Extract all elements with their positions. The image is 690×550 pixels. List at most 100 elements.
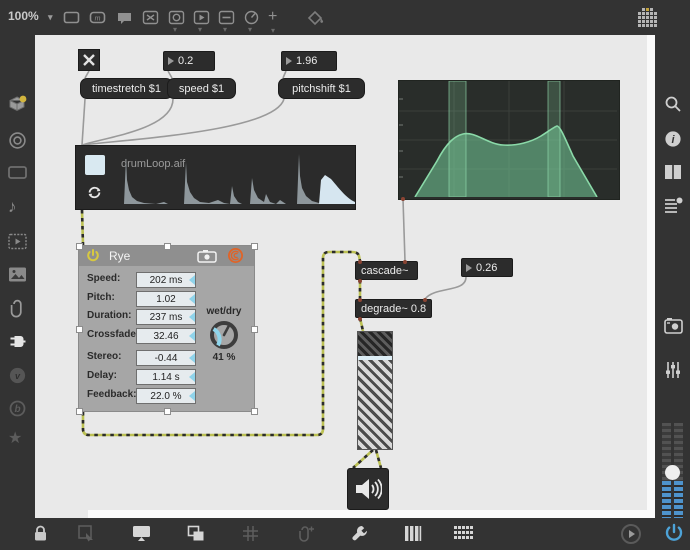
- new-toggle-icon[interactable]: [142, 9, 159, 26]
- param-label: Speed:: [87, 273, 120, 284]
- param-label: Pitch:: [87, 292, 115, 303]
- presentation-icon[interactable]: [132, 525, 151, 542]
- param-value-box[interactable]: 32.46: [136, 328, 196, 344]
- v-scrollbar[interactable]: [647, 35, 655, 518]
- video-icon[interactable]: [8, 233, 27, 250]
- ezdac-speaker-button[interactable]: [347, 468, 389, 510]
- favorites-star-icon[interactable]: ★: [8, 428, 22, 448]
- paint-bucket-icon[interactable]: [306, 9, 324, 26]
- value-drag-icon: [189, 331, 195, 341]
- loop-icon[interactable]: [85, 183, 104, 202]
- vizzie-icon[interactable]: v: [8, 366, 27, 385]
- grid-icon[interactable]: [242, 525, 259, 542]
- filtergraph-object[interactable]: [398, 80, 620, 200]
- console-icon[interactable]: [8, 165, 27, 180]
- number-value: 0.2: [178, 55, 193, 67]
- selection-rect-icon[interactable]: [78, 525, 95, 542]
- new-message-icon[interactable]: m: [89, 9, 106, 26]
- h-scrollbar[interactable]: [88, 510, 647, 518]
- attach-add-icon[interactable]: [296, 525, 315, 543]
- new-button-icon[interactable]: ▾: [193, 9, 210, 26]
- param-value-box[interactable]: -0.44: [136, 350, 196, 366]
- toggle-x-icon: [82, 53, 96, 67]
- pitchshift-number-box[interactable]: 1.96: [281, 51, 337, 71]
- value-drag-icon: [189, 353, 195, 363]
- selection-handle[interactable]: [76, 408, 83, 415]
- selection-handle[interactable]: [251, 243, 258, 250]
- beap-icon[interactable]: b: [8, 399, 27, 418]
- top-toolbar: 100% ▾ m ▾ ▾ ▾ ▾ +▾: [0, 0, 690, 35]
- wetdry-knob[interactable]: [207, 319, 241, 353]
- param-value-box[interactable]: 237 ms: [136, 309, 196, 325]
- pitchshift-message-box[interactable]: pitchshift $1: [278, 78, 365, 99]
- audio-power-icon[interactable]: [664, 523, 684, 543]
- patcher-canvas[interactable]: 0.2 1.96 timestretch $1 speed $1 pitchsh…: [35, 35, 655, 518]
- selection-handle[interactable]: [164, 243, 171, 250]
- param-value-box[interactable]: 1.14 s: [136, 369, 196, 385]
- zoom-level-control[interactable]: 100% ▾: [8, 9, 39, 23]
- param-value-box[interactable]: 202 ms: [136, 272, 196, 288]
- inspector-info-icon[interactable]: i: [664, 130, 682, 148]
- svg-text:b: b: [14, 404, 20, 415]
- value-drag-icon: [189, 275, 195, 285]
- param-label: Duration:: [87, 310, 131, 321]
- wetdry-value: 41 %: [201, 352, 247, 363]
- new-object-icon[interactable]: [63, 9, 80, 26]
- new-comment-icon[interactable]: [116, 9, 133, 26]
- speed-message-box[interactable]: speed $1: [167, 78, 236, 99]
- selection-handle[interactable]: [251, 408, 258, 415]
- message-text: speed $1: [179, 83, 224, 95]
- wrench-tools-icon[interactable]: [351, 524, 369, 542]
- param-label: Feedback:: [87, 389, 136, 400]
- rye-param-row: Pitch: 1.02: [79, 291, 254, 306]
- selection-handle[interactable]: [164, 408, 171, 415]
- mixer-sliders-icon[interactable]: [664, 361, 682, 379]
- volume-knob[interactable]: [665, 465, 680, 480]
- playlist-object[interactable]: drumLoop.aif: [75, 145, 356, 210]
- piano-keys-icon[interactable]: [404, 525, 422, 542]
- new-slider-icon[interactable]: ▾: [218, 9, 235, 26]
- selection-handle[interactable]: [76, 243, 83, 250]
- rye-power-icon[interactable]: [86, 249, 100, 263]
- degrade-number-box[interactable]: 0.26: [461, 258, 513, 277]
- target-circles-icon[interactable]: [8, 131, 27, 150]
- packages-icon[interactable]: [8, 95, 27, 114]
- cascade-object[interactable]: cascade~: [355, 261, 418, 280]
- gain-slider[interactable]: [357, 331, 393, 450]
- max-logo-icon[interactable]: [638, 8, 658, 28]
- attachment-icon[interactable]: [8, 299, 26, 318]
- add-object-icon[interactable]: +▾: [268, 8, 277, 26]
- param-label: Stereo:: [87, 351, 121, 362]
- step-grid-icon[interactable]: [454, 526, 473, 541]
- rye-panel[interactable]: Rye Speed: 202 ms Pitch: 1.02 Duration: …: [78, 245, 255, 412]
- filter-band-handle-2[interactable]: [548, 81, 560, 197]
- timestretch-message-box[interactable]: timestretch $1: [80, 78, 173, 99]
- plug-active-icon[interactable]: [8, 332, 27, 351]
- new-dial-icon[interactable]: ▾: [168, 9, 185, 26]
- param-value-box[interactable]: 1.02: [136, 291, 196, 307]
- degrade-object[interactable]: degrade~ 0.8: [355, 299, 432, 318]
- waveform[interactable]: [114, 150, 355, 208]
- rye-camera-icon[interactable]: [197, 250, 217, 263]
- value-drag-icon: [189, 312, 195, 322]
- filter-band-handle-1[interactable]: [449, 81, 466, 197]
- speed-number-box[interactable]: 0.2: [163, 51, 215, 71]
- right-sidebar: i: [655, 35, 690, 550]
- audio-note-icon[interactable]: ♪: [8, 197, 17, 217]
- param-label: Delay:: [87, 370, 117, 381]
- lock-icon[interactable]: [33, 525, 48, 542]
- selection-handle[interactable]: [76, 326, 83, 333]
- selection-handle[interactable]: [251, 326, 258, 333]
- snapshot-camera-icon[interactable]: [664, 318, 683, 334]
- run-play-icon[interactable]: [620, 523, 642, 545]
- wetdry-label: wet/dry: [201, 306, 247, 317]
- new-metro-icon[interactable]: ▾: [243, 9, 260, 26]
- param-value-box[interactable]: 22.0 %: [136, 388, 196, 404]
- search-icon[interactable]: [664, 95, 682, 113]
- playlist-play-button[interactable]: [85, 155, 105, 175]
- layers-icon[interactable]: [187, 525, 205, 542]
- image-icon[interactable]: [8, 266, 27, 283]
- reference-panels-icon[interactable]: [664, 164, 682, 180]
- lessons-list-icon[interactable]: [664, 197, 683, 214]
- toggle-box[interactable]: [78, 49, 100, 71]
